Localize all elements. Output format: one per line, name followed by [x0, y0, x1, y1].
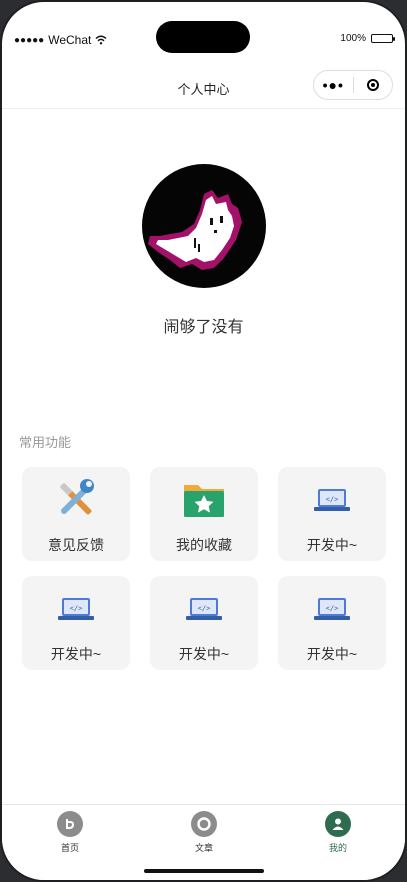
card-label: 开发中~: [50, 646, 102, 662]
dev-card-4[interactable]: </> 开发中~: [278, 576, 386, 670]
article-icon: [191, 811, 217, 837]
avatar[interactable]: [142, 164, 266, 288]
dev-card-3[interactable]: </> 开发中~: [150, 576, 258, 670]
close-miniprogram-button[interactable]: [354, 79, 393, 91]
pixel-ghost-cat-icon: [148, 190, 242, 270]
tab-label: 我的: [328, 843, 347, 853]
wrench-screwdriver-icon: [60, 479, 94, 515]
feedback-card[interactable]: 意见反馈: [22, 467, 130, 561]
signal-icon: ●●●●●: [14, 34, 45, 46]
tab-label: 首页: [60, 843, 79, 853]
card-label: 开发中~: [306, 646, 358, 662]
battery-icon: [371, 34, 395, 43]
card-label: 我的收藏: [176, 537, 232, 553]
navigation-bar: 个人中心 •●•: [2, 62, 405, 109]
tab-mine[interactable]: 我的: [288, 811, 388, 854]
laptop-code-icon: </>: [58, 598, 94, 620]
user-nickname: 闹够了没有: [163, 319, 244, 336]
tab-home[interactable]: 首页: [20, 811, 120, 854]
signal-carrier: ●●●●● WeChat: [14, 33, 107, 47]
card-label: 开发中~: [306, 537, 358, 553]
svg-text:</>: </>: [326, 496, 339, 504]
section-title: 常用功能: [19, 435, 72, 450]
battery-label: 100%: [340, 33, 366, 44]
battery-status: 100%: [340, 33, 395, 44]
svg-text:</>: </>: [70, 605, 83, 613]
dev-card-1[interactable]: </> 开发中~: [278, 467, 386, 561]
dev-card-2[interactable]: </> 开发中~: [22, 576, 130, 670]
home-indicator: [144, 869, 264, 873]
wifi-icon: [95, 35, 107, 45]
tab-label: 文章: [194, 843, 213, 853]
card-label: 开发中~: [178, 646, 230, 662]
tab-article[interactable]: 文章: [154, 811, 254, 854]
card-label: 意见反馈: [48, 537, 104, 553]
laptop-code-icon: </>: [314, 489, 350, 511]
target-icon: [366, 79, 379, 91]
laptop-code-icon: </>: [314, 598, 350, 620]
laptop-code-icon: </>: [186, 598, 222, 620]
status-bar: ●●●●● WeChat 100%: [2, 2, 405, 62]
miniprogram-capsule: •●•: [313, 70, 393, 100]
user-icon: [325, 811, 351, 837]
carrier-label: WeChat: [48, 33, 92, 47]
more-icon[interactable]: •●•: [314, 77, 353, 93]
dynamic-island: [156, 21, 250, 53]
favorites-card[interactable]: 我的收藏: [150, 467, 258, 561]
svg-text:</>: </>: [198, 605, 211, 613]
home-icon: [57, 811, 83, 837]
folder-star-icon: [184, 485, 224, 517]
phone-screen: ●●●●● WeChat 100% 个人中心 •●• 闹够了没有 常用功能 意见…: [0, 0, 407, 882]
svg-text:</>: </>: [326, 605, 339, 613]
